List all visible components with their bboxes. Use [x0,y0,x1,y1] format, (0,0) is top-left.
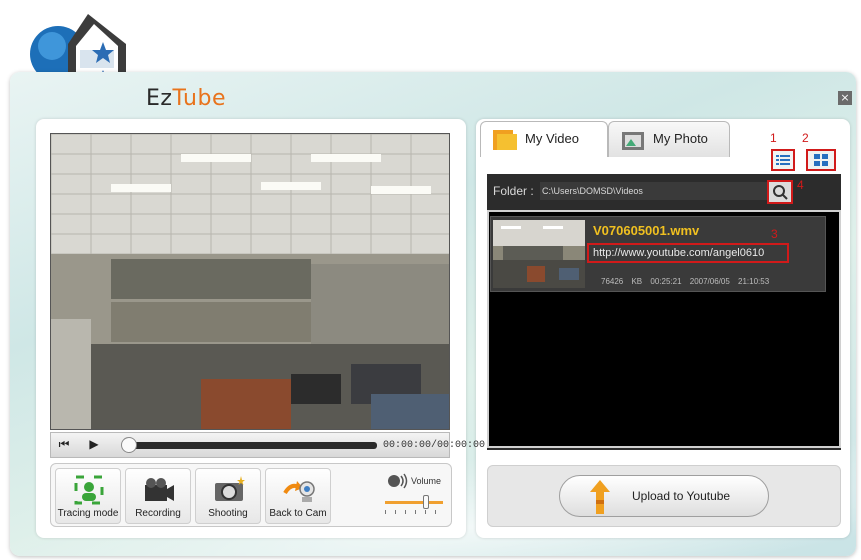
tab-my-video-label: My Video [525,131,579,146]
photo-camera-icon [215,476,245,501]
list-view-icon [776,155,790,165]
tracing-mode-button[interactable]: Tracing mode [55,468,121,524]
tracing-mode-label: Tracing mode [57,508,119,519]
video-duration: 00:25:21 [650,277,682,286]
recording-label: Recording [135,508,181,519]
volume-slider-thumb[interactable] [422,495,429,509]
camera-preview [50,133,450,430]
upload-arrow-icon [590,480,610,514]
tab-my-photo-label: My Photo [653,131,708,146]
playback-controls: ⏮ ▶ 00:00:00/00:00:00 [50,432,485,458]
shooting-label: Shooting [208,508,248,519]
upload-to-youtube-button[interactable]: Upload to Youtube [559,475,769,517]
browse-folder-button[interactable] [767,180,793,204]
video-thumbnail [493,220,585,288]
face-tracking-icon [74,475,104,505]
tool-bar: Tracing mode Recording Shooting Back to … [50,463,452,527]
grid-view-button[interactable] [806,149,836,171]
folder-path-field[interactable]: C:\Users\DOMSD\Videos [540,182,768,200]
play-button[interactable]: ▶ [85,437,103,453]
annotation-2: 2 [802,131,809,145]
seek-track[interactable] [129,442,377,449]
grid-view-icon [814,154,828,166]
annotation-3: 3 [771,227,778,241]
tab-my-photo[interactable]: My Photo [608,121,730,157]
video-date: 2007/06/05 21:10:53 [689,277,770,286]
upload-label: Upload to Youtube [632,489,731,503]
webcam-icon [283,481,315,502]
volume-slider-track[interactable] [385,501,443,504]
volume-control: Volume [381,468,449,524]
video-youtube-url[interactable]: http://www.youtube.com/angel0610 [587,243,789,263]
time-display: 00:00:00/00:00:00 [383,440,486,451]
speaker-icon [388,473,408,489]
tab-my-video[interactable]: My Video [480,121,608,157]
annotation-4: 4 [797,178,804,192]
folder-label: Folder : [493,184,534,198]
video-size: 76426 KB [601,277,643,286]
video-filename: V070605001.wmv [593,223,700,238]
app-title: EzTube [146,86,226,111]
video-meta: 76426 KB 00:25:21 2007/06/05 21:10:53 [601,277,769,286]
search-icon [773,185,788,200]
seek-thumb[interactable] [121,437,137,453]
annotation-1: 1 [770,131,777,145]
photo-folder-icon [622,132,644,150]
video-camera-icon [145,478,174,501]
list-view-button[interactable] [771,149,795,171]
back-to-cam-button[interactable]: Back to Cam [265,468,331,524]
video-folder-icon [493,130,517,150]
volume-ticks [385,510,443,514]
shooting-button[interactable]: Shooting [195,468,261,524]
recording-button[interactable]: Recording [125,468,191,524]
back-to-cam-label: Back to Cam [269,508,327,519]
skip-back-button[interactable]: ⏮ [55,437,73,453]
volume-label: Volume [411,476,442,486]
close-button[interactable]: × [838,91,852,105]
